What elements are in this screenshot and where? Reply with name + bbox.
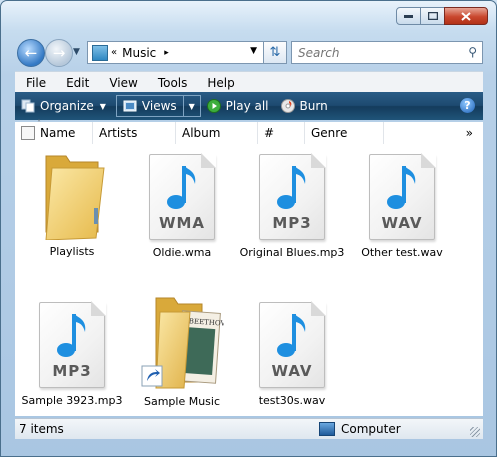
search-icon[interactable]: ⚲ xyxy=(468,45,477,59)
music-note-icon xyxy=(277,166,306,209)
play-all-button[interactable]: Play all xyxy=(201,95,275,117)
maximize-icon xyxy=(427,12,438,20)
audio-file-icon: WAV xyxy=(369,153,436,240)
column-album[interactable]: Album xyxy=(176,122,258,144)
music-note-icon xyxy=(167,166,196,209)
more-columns-chevron-icon[interactable]: » xyxy=(466,126,473,140)
menu-view[interactable]: View xyxy=(98,76,146,90)
views-icon xyxy=(123,100,137,112)
column-album-label: Album xyxy=(182,126,221,140)
file-extension-badge: MP3 xyxy=(52,362,92,380)
close-button[interactable] xyxy=(444,7,488,25)
menu-help[interactable]: Help xyxy=(196,76,243,90)
help-icon[interactable]: ? xyxy=(460,98,475,113)
list-item-test30s[interactable]: WAV test30s.wav xyxy=(237,301,347,407)
play-all-label: Play all xyxy=(225,99,269,113)
file-extension-badge: MP3 xyxy=(272,214,312,232)
menu-bar: File Edit View Tools Help xyxy=(15,71,483,93)
refresh-icon: ⇅ xyxy=(269,45,281,60)
audio-file-icon: WAV xyxy=(259,301,326,388)
column-genre-label: Genre xyxy=(311,126,348,140)
close-icon xyxy=(461,11,471,21)
item-count: 7 items xyxy=(19,422,64,436)
refresh-button[interactable]: ⇅ xyxy=(263,41,287,64)
list-item-label: Playlists xyxy=(49,245,95,258)
music-note-icon xyxy=(57,314,86,357)
folder-shortcut-icon: BEETHOVEN xyxy=(141,297,237,389)
column-headers: ˄ Name Artists Album # Genre » xyxy=(15,119,483,145)
menu-tools[interactable]: Tools xyxy=(147,76,197,90)
list-item-label: Original Blues.mp3 xyxy=(239,246,345,259)
caption-buttons xyxy=(396,7,488,25)
back-button[interactable]: ← xyxy=(17,39,45,67)
organize-button[interactable]: Organize ▼ xyxy=(15,95,112,117)
column-genre[interactable]: Genre xyxy=(305,122,384,144)
column-artists-label: Artists xyxy=(99,126,138,140)
music-note-icon xyxy=(277,314,306,357)
music-note-icon xyxy=(387,166,416,209)
resize-grip[interactable] xyxy=(470,427,480,437)
list-item-playlists[interactable]: Playlists xyxy=(17,148,127,258)
organize-label: Organize xyxy=(40,99,94,113)
file-extension-badge: WAV xyxy=(271,362,313,380)
column-number[interactable]: # xyxy=(258,122,305,144)
minimize-button[interactable] xyxy=(396,7,421,25)
views-label: Views xyxy=(141,99,177,113)
status-bar: 7 items Computer xyxy=(15,418,483,439)
command-bar: Organize ▼ Views ▼ Play all Burn ? xyxy=(15,92,483,120)
sort-ascending-icon: ˄ xyxy=(37,119,41,128)
organize-dropdown-icon: ▼ xyxy=(99,101,106,111)
folder-icon xyxy=(45,155,105,241)
breadcrumb-music[interactable]: Music xyxy=(122,46,156,60)
forward-button[interactable]: → xyxy=(45,39,73,67)
breadcrumb-separator[interactable]: ▸ xyxy=(164,48,169,58)
list-item-sample-3923[interactable]: MP3 Sample 3923.mp3 xyxy=(17,301,127,407)
file-extension-badge: WMA xyxy=(158,214,206,232)
audio-file-icon: WMA xyxy=(149,153,216,240)
minimize-icon xyxy=(404,14,413,18)
list-item-label: Sample Music xyxy=(143,395,221,408)
burn-disc-icon xyxy=(280,99,295,113)
column-name[interactable]: ˄ Name xyxy=(15,119,93,144)
list-item-label: Other test.wav xyxy=(361,246,443,259)
back-arrow-icon: ← xyxy=(24,44,38,62)
computer-icon xyxy=(319,422,335,436)
address-dropdown-icon[interactable]: ▼ xyxy=(250,46,257,56)
status-location-label: Computer xyxy=(341,422,401,436)
breadcrumb-overflow[interactable]: « xyxy=(111,47,117,58)
address-bar[interactable]: « Music ▸ ▼ xyxy=(87,41,264,64)
select-all-checkbox[interactable] xyxy=(21,126,35,140)
status-location: Computer xyxy=(319,422,401,436)
list-item-sample-music[interactable]: BEETHOVEN Sample Music xyxy=(127,294,237,408)
column-artists[interactable]: Artists xyxy=(93,122,176,144)
audio-file-icon: MP3 xyxy=(39,301,106,388)
list-item-oldie[interactable]: WMA Oldie.wma xyxy=(127,153,237,259)
explorer-window: ← → ▼ « Music ▸ ▼ ⇅ ⚲ File Edit View Too… xyxy=(0,0,497,457)
list-item-other-test[interactable]: WAV Other test.wav xyxy=(347,153,457,259)
search-input[interactable] xyxy=(296,44,460,61)
column-name-label: Name xyxy=(40,126,76,140)
menu-edit[interactable]: Edit xyxy=(55,76,98,90)
list-item-label: test30s.wav xyxy=(258,394,326,407)
play-icon xyxy=(206,99,221,113)
search-box[interactable]: ⚲ xyxy=(291,41,483,64)
menu-file[interactable]: File xyxy=(15,76,55,90)
column-number-label: # xyxy=(264,126,275,140)
organize-icon xyxy=(21,99,35,113)
burn-label: Burn xyxy=(299,99,328,113)
views-dropdown-icon[interactable]: ▼ xyxy=(182,96,200,116)
audio-file-icon: MP3 xyxy=(259,153,326,240)
list-item-original-blues[interactable]: MP3 Original Blues.mp3 xyxy=(237,153,347,259)
forward-arrow-icon: → xyxy=(52,44,66,62)
file-extension-badge: WAV xyxy=(381,214,423,232)
music-folder-icon xyxy=(92,44,108,61)
recent-pages-dropdown[interactable]: ▼ xyxy=(73,47,80,57)
views-button[interactable]: Views ▼ xyxy=(115,95,201,117)
list-item-label: Oldie.wma xyxy=(152,246,212,259)
list-item-label: Sample 3923.mp3 xyxy=(21,394,123,407)
file-list: Playlists WMA Oldie.wma MP3 Original Blu… xyxy=(15,144,483,416)
burn-button[interactable]: Burn xyxy=(275,95,334,117)
maximize-button[interactable] xyxy=(420,7,445,25)
